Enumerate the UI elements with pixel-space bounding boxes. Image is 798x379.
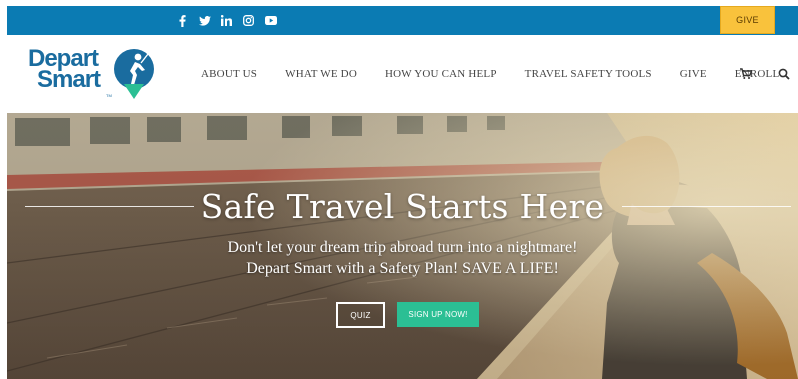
logo-trademark: TM bbox=[106, 93, 112, 98]
depart-smart-logo[interactable]: Depart Smart TM bbox=[28, 45, 162, 103]
twitter-icon[interactable] bbox=[198, 14, 211, 27]
hero-banner: Safe Travel Starts Here Don't let your d… bbox=[7, 113, 798, 379]
linkedin-icon[interactable] bbox=[220, 14, 233, 27]
give-top-button[interactable]: GIVE bbox=[720, 6, 775, 34]
sign-up-button[interactable]: SIGN UP NOW! bbox=[397, 302, 479, 327]
quiz-button[interactable]: QUIZ bbox=[336, 302, 385, 328]
instagram-icon[interactable] bbox=[242, 14, 255, 27]
nav-item-travel-safety-tools[interactable]: TRAVEL SAFETY TOOLS bbox=[525, 68, 652, 80]
hero-subtitle-line2: Depart Smart with a Safety Plan! SAVE A … bbox=[246, 260, 559, 277]
social-top-bar bbox=[7, 6, 798, 35]
search-icon[interactable] bbox=[778, 68, 790, 80]
cart-icon[interactable] bbox=[740, 68, 752, 80]
facebook-icon[interactable] bbox=[176, 14, 189, 27]
hero-subtitle-line1: Don't let your dream trip abroad turn in… bbox=[227, 239, 578, 256]
main-nav: ABOUT US WHAT WE DO HOW YOU CAN HELP TRA… bbox=[201, 35, 779, 113]
logo-wordmark: Depart Smart bbox=[28, 45, 101, 93]
nav-item-give[interactable]: GIVE bbox=[680, 68, 707, 80]
site-header: Depart Smart TM ABOUT US WHAT WE DO HOW … bbox=[0, 35, 798, 113]
youtube-icon[interactable] bbox=[264, 14, 277, 27]
hero-title: Safe Travel Starts Here bbox=[200, 187, 605, 226]
nav-item-what-we-do[interactable]: WHAT WE DO bbox=[285, 68, 357, 80]
social-links bbox=[176, 6, 277, 35]
nav-item-about-us[interactable]: ABOUT US bbox=[201, 68, 257, 80]
nav-item-how-you-can-help[interactable]: HOW YOU CAN HELP bbox=[385, 68, 497, 80]
logo-traveler-icon bbox=[114, 49, 154, 99]
